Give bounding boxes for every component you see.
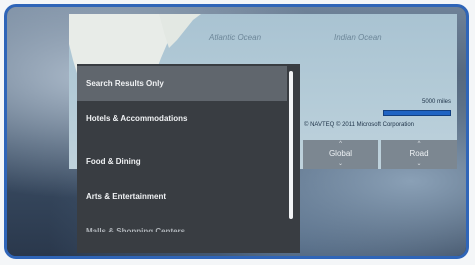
menu-scrollbar[interactable] bbox=[289, 71, 293, 219]
map-copyright: © NAVTEQ © 2011 Microsoft Corporation bbox=[304, 122, 414, 128]
menu-item-hotels[interactable]: Hotels & Accommodations bbox=[77, 101, 287, 136]
global-label: Global bbox=[328, 149, 353, 158]
scale-bar bbox=[383, 110, 451, 116]
chevron-up-icon: ^ bbox=[339, 141, 342, 147]
category-menu[interactable]: Search Results Only Hotels & Accommodati… bbox=[77, 64, 300, 253]
road-label: Road bbox=[409, 149, 429, 158]
app-frame: Atlantic Ocean Indian Ocean 5000 miles ©… bbox=[4, 4, 469, 259]
menu-item-malls[interactable]: Malls & Shopping Centers bbox=[77, 214, 287, 232]
chevron-up-icon: ^ bbox=[417, 141, 421, 147]
chevron-down-icon: ⌄ bbox=[416, 161, 422, 167]
ocean-label-indian: Indian Ocean bbox=[334, 33, 382, 42]
menu-item-food[interactable]: Food & Dining bbox=[77, 144, 287, 179]
menu-item-search-results[interactable]: Search Results Only bbox=[77, 66, 287, 101]
chevron-down-icon: ⌄ bbox=[337, 161, 344, 167]
global-view-button[interactable]: ^ Global ⌄ bbox=[303, 140, 378, 169]
road-view-button[interactable]: ^ Road ⌄ bbox=[381, 140, 457, 169]
ocean-label-atlantic: Atlantic Ocean bbox=[209, 33, 262, 42]
menu-item-arts[interactable]: Arts & Entertainment bbox=[77, 179, 287, 214]
scale-label: 5000 miles bbox=[421, 99, 451, 105]
